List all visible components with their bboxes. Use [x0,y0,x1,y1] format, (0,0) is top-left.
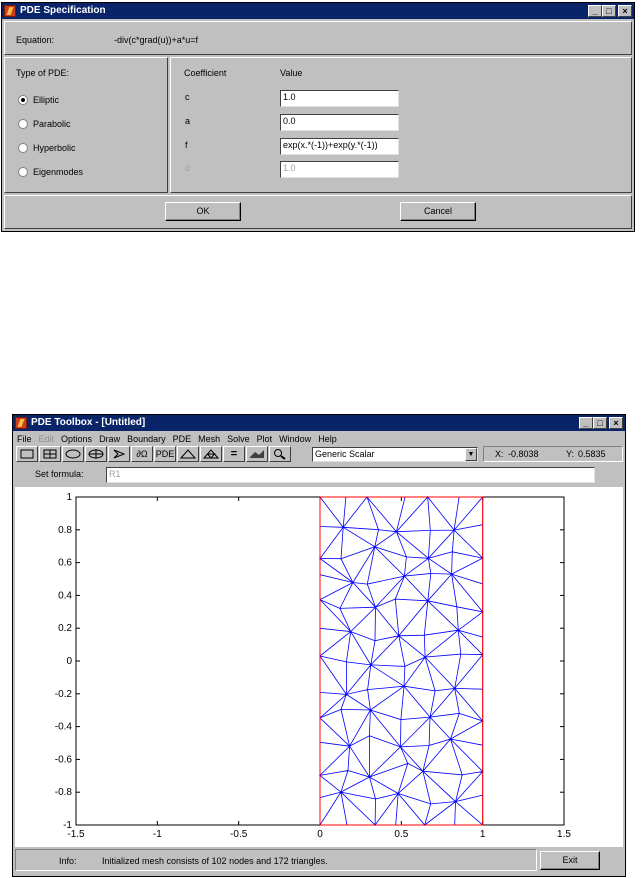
pde-type-header: Type of PDE: [16,68,70,78]
mesh-plot[interactable]: -1.5 -1 -0.5 0 0.5 1 1.510.80.60.40.20-0.2-0.4… [15,487,623,847]
coef-c-input[interactable]: 1.0 [280,90,399,107]
solve-icon[interactable]: = [223,446,245,462]
equation-label: Equation: [16,35,55,45]
x-tick-label: 0 [317,829,323,840]
menu-options[interactable]: Options [61,434,92,444]
plot-icon[interactable] [246,446,268,462]
coef-d-input: 1.0 [280,161,399,178]
rectangle-center-icon[interactable] [39,446,61,462]
x-coordinate-label: X: [495,449,504,459]
equation-value: -div(c*grad(u))+a*u=f [114,35,199,45]
dialog-titlebar: PDE Specification _ □ × [2,3,634,19]
menu-help[interactable]: Help [318,434,337,444]
set-formula-input[interactable]: R1 [106,467,595,483]
rectangle-icon[interactable] [16,446,38,462]
menu-edit: Edit [38,434,55,444]
y-tick-label: 1 [66,492,72,503]
toolbar: ∂Ω PDE = [16,446,312,462]
maximize-button[interactable]: □ [593,417,607,429]
coef-f-input[interactable]: exp(x.*(-1))+exp(y.*(-1)) [280,138,399,155]
x-tick-label: 1.5 [557,829,571,840]
toolbox-titlebar: PDE Toolbox - [Untitled] _ □ × [13,415,625,431]
polygon-icon[interactable] [108,446,130,462]
y-tick-label: -0.6 [55,754,73,765]
set-formula-label: Set formula: [35,469,84,479]
boundary-mode-icon[interactable]: ∂Ω [131,446,153,462]
radio-label-hyperbolic[interactable]: Hyperbolic [33,143,76,153]
coef-a-input[interactable]: 0.0 [280,114,399,131]
pde-spec-dialog: PDE Specification _ □ × Equation: -div(c… [1,2,635,232]
menu-bar: File Edit Options Draw Boundary PDE Mesh Solve P… [17,433,344,445]
menu-draw[interactable]: Draw [99,434,120,444]
ok-button[interactable]: OK [165,202,241,221]
menu-pde[interactable]: PDE [173,434,192,444]
close-button[interactable]: × [618,5,632,17]
ellipse-icon[interactable] [62,446,84,462]
radio-parabolic[interactable] [18,119,28,129]
matlab-logo-icon [15,417,27,429]
minimize-button[interactable]: _ [579,417,593,429]
coef-name-a: a [185,116,191,126]
maximize-button[interactable]: □ [602,5,616,17]
info-text: Initialized mesh consists of 102 nodes a… [102,856,328,866]
refine-mesh-icon[interactable] [200,446,222,462]
coef-name-c: c [185,92,190,102]
cancel-button[interactable]: Cancel [400,202,476,221]
y-tick-label: -0.4 [55,722,73,733]
x-coordinate-value: -0.8038 [508,449,539,459]
coefficient-panel [170,57,632,193]
y-coordinate-value: 0.5835 [578,449,606,459]
close-button[interactable]: × [609,417,623,429]
coef-name-f: f [185,140,188,150]
dialog-title: PDE Specification [20,5,106,16]
radio-elliptic[interactable] [18,95,28,105]
radio-label-elliptic[interactable]: Elliptic [33,95,59,105]
app-mode-select[interactable]: Generic Scalar ▼ [312,447,478,462]
value-header: Value [280,68,303,78]
button-panel [4,195,632,229]
y-tick-label: -1 [63,820,72,831]
y-tick-label: -0.2 [55,689,73,700]
coefficient-header: Coefficient [184,68,227,78]
y-tick-label: 0.6 [58,558,72,569]
radio-hyperbolic[interactable] [18,143,28,153]
y-tick-label: -0.8 [55,787,73,798]
y-coordinate-label: Y: [566,449,575,459]
toolbox-title: PDE Toolbox - [Untitled] [31,417,146,428]
y-tick-label: 0.4 [58,590,72,601]
minimize-button[interactable]: _ [588,5,602,17]
matlab-logo-icon [4,5,16,17]
y-tick-label: 0.8 [58,525,72,536]
coef-name-d: d [185,163,191,173]
y-tick-label: 0 [66,656,72,667]
pde-spec-icon[interactable]: PDE [154,446,176,462]
menu-window[interactable]: Window [279,434,311,444]
x-tick-label: 1 [480,829,486,840]
ellipse-center-icon[interactable] [85,446,107,462]
x-tick-label: -0.5 [230,829,248,840]
menu-boundary[interactable]: Boundary [127,434,166,444]
x-tick-label: 0.5 [394,829,408,840]
info-label: Info: [59,856,77,866]
y-tick-label: 0.2 [58,623,72,634]
radio-label-eigenmodes[interactable]: Eigenmodes [33,167,83,177]
chevron-down-icon[interactable]: ▼ [465,448,477,461]
menu-plot[interactable]: Plot [257,434,273,444]
menu-solve[interactable]: Solve [227,434,250,444]
exit-button[interactable]: Exit [540,851,600,870]
menu-mesh[interactable]: Mesh [198,434,220,444]
pde-toolbox-window: PDE Toolbox - [Untitled] _ □ × File Edit O… [12,414,626,877]
menu-file[interactable]: File [17,434,32,444]
app-mode-value: Generic Scalar [315,449,375,459]
radio-eigenmodes[interactable] [18,167,28,177]
zoom-icon[interactable] [269,446,291,462]
init-mesh-icon[interactable] [177,446,199,462]
x-tick-label: -1 [153,829,162,840]
plot-area[interactable]: -1.5 -1 -0.5 0 0.5 1 1.5 1 0.8 0.6 0.4 0.2 0 -0.2 -0.4… [15,487,623,847]
radio-label-parabolic[interactable]: Parabolic [33,119,71,129]
equation-panel [4,21,632,55]
